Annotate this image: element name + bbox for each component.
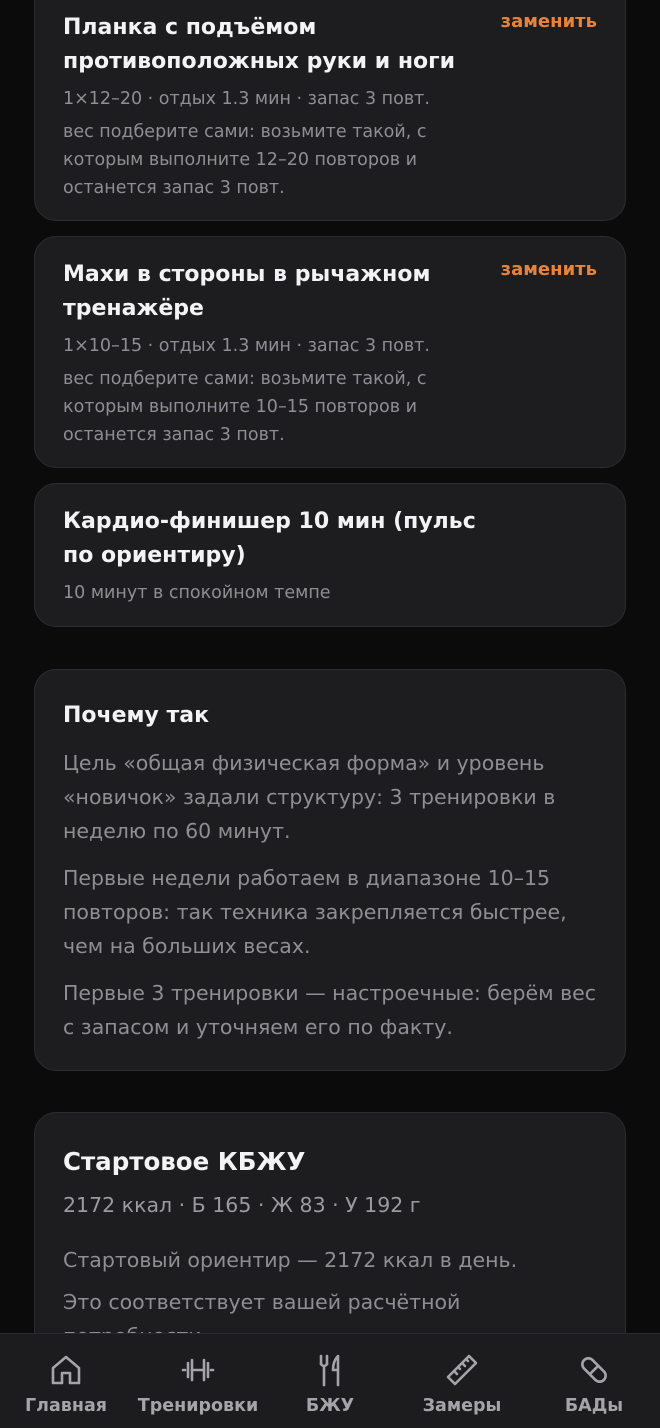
why-paragraph: Цель «общая физическая форма» и уровень …	[63, 751, 556, 843]
exercise-meta: 1×12–20 · отдых 1.3 мин · запас 3 повт.	[63, 89, 430, 109]
ruler-icon	[446, 1354, 478, 1386]
exercise-note: вес подберите сами: возьмите такой, с ко…	[63, 369, 427, 445]
kbju-text: Стартовый ориентир — 2172 ккал в день.	[63, 1248, 518, 1272]
tab-supplements[interactable]: БАДы	[544, 1334, 644, 1428]
tab-workouts[interactable]: Тренировки	[132, 1334, 264, 1428]
exercise-meta: 10 минут в спокойном темпе	[63, 583, 331, 603]
why-paragraph: Первые 3 тренировки — настроечные: берём…	[63, 981, 597, 1039]
kbju-macros: 2172 ккал · Б 165 · Ж 83 · У 192 г	[63, 1193, 421, 1217]
exercise-note: вес подберите сами: возьмите такой, с ко…	[63, 122, 427, 198]
replace-button[interactable]: заменить	[501, 259, 597, 280]
tab-home[interactable]: Главная	[8, 1334, 124, 1428]
tab-label: Замеры	[422, 1396, 502, 1416]
tab-nutrition[interactable]: БЖУ	[280, 1334, 380, 1428]
exercise-card: заменить Махи в стороны в рычажном трена…	[34, 236, 626, 468]
kbju-title: Стартовое КБЖУ	[63, 1147, 306, 1176]
why-paragraph: Первые недели работаем в диапазоне 10–15…	[63, 866, 567, 958]
bottom-tab-bar: Главная Тренировки БЖУ Замеры БАДы	[0, 1333, 660, 1428]
dumbbell-icon	[181, 1358, 215, 1382]
exercise-title: Кардио-финишер 10 мин (пульс по ориентир…	[63, 509, 476, 568]
tab-label: БАДы	[564, 1396, 624, 1416]
home-icon	[51, 1355, 81, 1385]
tab-label: Тренировки	[137, 1396, 259, 1416]
pill-icon	[581, 1357, 607, 1383]
exercise-card: заменить Планка с подъёмом противоположн…	[34, 0, 626, 221]
exercise-card: Кардио-финишер 10 мин (пульс по ориентир…	[34, 483, 626, 627]
exercise-title: Махи в стороны в рычажном тренажёре	[63, 262, 431, 321]
tab-label: Главная	[25, 1396, 107, 1416]
workout-plan-scroll[interactable]: заменить Планка с подъёмом противоположн…	[0, 0, 660, 1428]
why-title: Почему так	[63, 703, 210, 728]
why-card: Почему так Цель «общая физическая форма»…	[34, 669, 626, 1071]
tab-measurements[interactable]: Замеры	[408, 1334, 516, 1428]
exercise-meta: 1×10–15 · отдых 1.3 мин · запас 3 повт.	[63, 336, 430, 356]
tab-label: БЖУ	[305, 1396, 355, 1416]
exercise-title: Планка с подъёмом противоположных руки и…	[63, 15, 456, 74]
replace-button[interactable]: заменить	[501, 11, 597, 32]
fork-knife-icon	[319, 1354, 340, 1387]
